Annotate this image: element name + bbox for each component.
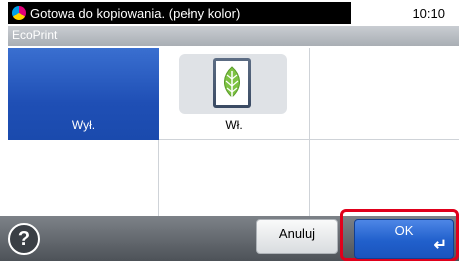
color-copy-icon xyxy=(12,6,26,20)
option-off-button[interactable]: Wył. xyxy=(8,48,159,140)
ok-label: OK xyxy=(394,223,414,238)
bottom-toolbar: ? Anuluj OK ↵ xyxy=(0,209,459,261)
option-on-label: Wł. xyxy=(225,118,243,132)
help-button[interactable]: ? xyxy=(8,223,40,255)
cancel-button[interactable]: Anuluj xyxy=(256,219,338,254)
empty-cell xyxy=(310,140,459,216)
empty-cell xyxy=(8,140,159,216)
status-bar: Gotowa do kopiowania. (pełny kolor) 10:1… xyxy=(0,0,459,26)
help-icon: ? xyxy=(17,227,31,250)
option-off-label: Wył. xyxy=(71,118,96,132)
screen-title: EcoPrint xyxy=(12,28,58,42)
status-message: Gotowa do kopiowania. (pełny kolor) xyxy=(30,5,241,21)
clock: 10:10 xyxy=(412,6,445,21)
ok-button[interactable]: OK ↵ xyxy=(354,219,454,259)
eco-leaf-icon xyxy=(213,58,251,108)
empty-cell xyxy=(310,48,459,140)
option-on-button[interactable]: Wł. xyxy=(159,48,310,140)
option-grid: Wył. Wł. xyxy=(8,48,459,216)
empty-cell xyxy=(159,140,310,216)
screen-title-bar: EcoPrint xyxy=(8,26,459,46)
ecoprint-icon-frame xyxy=(179,54,287,114)
enter-arrow-icon: ↵ xyxy=(433,237,447,254)
status-message-area: Gotowa do kopiowania. (pełny kolor) xyxy=(8,2,351,24)
